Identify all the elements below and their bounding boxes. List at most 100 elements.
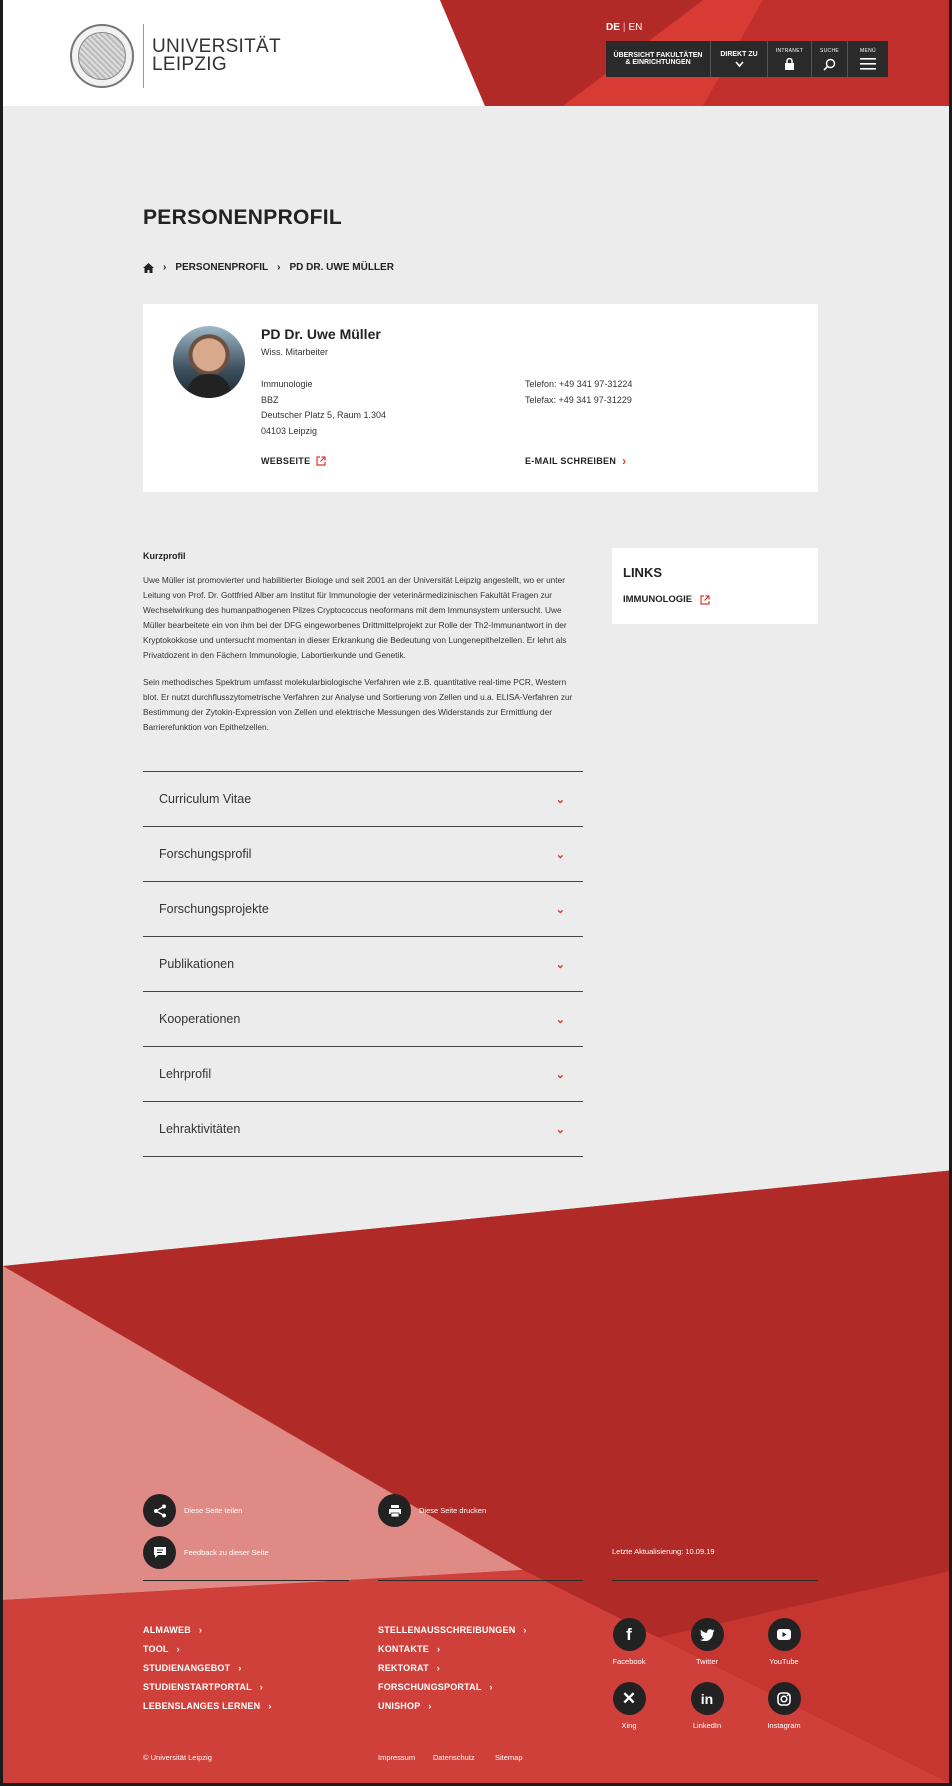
chevron-right-icon: › <box>436 1644 441 1654</box>
chevron-right-icon: › <box>436 1663 440 1673</box>
social-twitter[interactable]: Twitter <box>679 1618 735 1666</box>
search-label: SUCHE <box>819 47 839 54</box>
person-contact: Telefon: +49 341 97-31224 Telefax: +49 3… <box>525 377 632 408</box>
footer-link-studienstartportal[interactable]: STUDIENSTARTPORTAL › <box>143 1678 272 1697</box>
social-label: Instagram <box>767 1721 801 1730</box>
footer-link-almaweb[interactable]: ALMAWEB › <box>143 1621 272 1640</box>
accordion-lehrprofil[interactable]: Lehrprofil ⌄ <box>143 1047 583 1102</box>
chevron-right-icon: › <box>489 1682 493 1692</box>
person-card: PD Dr. Uwe Müller Wiss. Mitarbeiter Immu… <box>143 304 818 492</box>
chevron-down-icon: ⌄ <box>555 958 565 971</box>
email-link[interactable]: E-MAIL SCHREIBEN › <box>525 453 627 468</box>
chevron-right-icon: › <box>622 453 627 468</box>
kurzprofil-heading: Kurzprofil <box>143 551 186 561</box>
feedback-label: Feedback zu dieser Seite <box>184 1548 269 1557</box>
social-instagram[interactable]: Instagram <box>756 1682 812 1730</box>
chat-icon <box>143 1536 176 1569</box>
facebook-icon: f <box>612 1618 646 1651</box>
address-line: BBZ <box>261 394 279 405</box>
home-icon[interactable] <box>143 262 154 273</box>
lang-en[interactable]: EN <box>629 22 643 33</box>
footer-link-label: STUDIENANGEBOT <box>143 1663 231 1673</box>
address-line: Immunologie <box>261 379 313 389</box>
menu-button[interactable]: MENÜ <box>848 41 888 77</box>
phone-number[interactable]: Telefon: +49 341 97-31224 <box>525 377 632 393</box>
accordion-forschungsprojekte[interactable]: Forschungsprojekte ⌄ <box>143 882 583 937</box>
footer-link-label: STELLENAUSSCHREIBUNGEN <box>378 1625 516 1635</box>
footer-link-lebenslanges-lernen[interactable]: LEBENSLANGES LERNEN › <box>143 1697 272 1716</box>
footer-link-forschungsportal[interactable]: FORSCHUNGSPORTAL › <box>378 1678 527 1697</box>
feedback-action[interactable]: Feedback zu dieser Seite <box>143 1536 269 1569</box>
language-switch: DE | EN <box>606 22 643 33</box>
footer-link-label: ALMAWEB <box>143 1625 191 1635</box>
accordion-lehraktivitaeten[interactable]: Lehraktivitäten ⌄ <box>143 1102 583 1157</box>
chevron-right-icon: › <box>238 1663 242 1673</box>
social-youtube[interactable]: YouTube <box>756 1618 812 1666</box>
chevron-down-icon: ⌄ <box>555 1068 565 1081</box>
social-label: Xing <box>621 1721 637 1730</box>
social-label: Twitter <box>695 1657 719 1666</box>
accordion-curriculum-vitae[interactable]: Curriculum Vitae ⌄ <box>143 772 583 827</box>
footer-link-stellenausschreibungen[interactable]: STELLENAUSSCHREIBUNGEN › <box>378 1621 527 1640</box>
external-link-icon <box>316 456 327 466</box>
datenschutz-link[interactable]: Datenschutz <box>433 1753 475 1762</box>
lang-de[interactable]: DE <box>606 22 620 33</box>
footer-link-label: UNISHOP <box>378 1701 421 1711</box>
sitemap-link[interactable]: Sitemap <box>495 1753 523 1762</box>
accordion-publikationen[interactable]: Publikationen ⌄ <box>143 937 583 992</box>
chevron-down-icon <box>734 60 744 67</box>
print-action[interactable]: Diese Seite drucken <box>378 1494 486 1527</box>
accordion-kooperationen[interactable]: Kooperationen ⌄ <box>143 992 583 1047</box>
breadcrumb-item-current: PD DR. UWE MÜLLER <box>289 262 394 273</box>
website-link[interactable]: WEBSEITE <box>261 456 327 466</box>
footer-link-studienangebot[interactable]: STUDIENANGEBOT › <box>143 1659 272 1678</box>
header-nav: ÜBERSICHT FAKULTÄTEN & EINRICHTUNGEN DIR… <box>606 41 888 77</box>
faculties-label-1: ÜBERSICHT FAKULTÄTEN <box>613 52 703 59</box>
footer-link-kontakte[interactable]: KONTAKTE › <box>378 1640 527 1659</box>
accordion-label: Kooperationen <box>159 1012 241 1026</box>
twitter-icon <box>690 1618 724 1651</box>
page-title: PERSONENPROFIL <box>143 206 343 229</box>
breadcrumb-item-profile[interactable]: PERSONENPROFIL <box>175 262 268 273</box>
footer-link-label: TOOL <box>143 1644 169 1654</box>
footer-link-unishop[interactable]: UNISHOP › <box>378 1697 527 1716</box>
chevron-right-icon: › <box>523 1625 527 1635</box>
footer-link-label: LEBENSLANGES LERNEN <box>143 1701 261 1711</box>
share-action[interactable]: Diese Seite teilen <box>143 1494 242 1527</box>
email-link-label: E-MAIL SCHREIBEN <box>525 456 617 466</box>
impressum-link[interactable]: Impressum <box>378 1753 415 1762</box>
search-button[interactable]: SUCHE <box>812 41 848 77</box>
profile-accordion: Curriculum Vitae ⌄ Forschungsprofil ⌄ Fors… <box>143 771 583 1157</box>
chevron-right-icon: › <box>176 1644 180 1654</box>
chevron-down-icon: ⌄ <box>555 1013 565 1026</box>
avatar <box>173 326 245 398</box>
university-wordmark[interactable]: UNIVERSITÄT LEIPZIG <box>152 37 281 74</box>
footer-divider <box>143 1580 349 1581</box>
chevron-down-icon: ⌄ <box>555 903 565 916</box>
accordion-forschungsprofil[interactable]: Forschungsprofil ⌄ <box>143 827 583 882</box>
direkt-zu-label: DIREKT ZU <box>720 50 758 58</box>
link-immunologie[interactable]: IMMUNOLOGIE <box>623 594 710 605</box>
faculties-button[interactable]: ÜBERSICHT FAKULTÄTEN & EINRICHTUNGEN <box>606 41 711 77</box>
footer-divider <box>378 1580 583 1581</box>
social-facebook[interactable]: f Facebook <box>601 1618 657 1666</box>
footer-divider <box>612 1580 818 1581</box>
links-heading: LINKS <box>623 565 662 580</box>
direkt-zu-button[interactable]: DIREKT ZU <box>711 41 768 77</box>
links-box: LINKS IMMUNOLOGIE <box>612 548 818 624</box>
print-label: Diese Seite drucken <box>419 1506 487 1515</box>
breadcrumb: › PERSONENPROFIL › PD DR. UWE MÜLLER <box>143 262 394 273</box>
social-linkedin[interactable]: in LinkedIn <box>679 1682 735 1730</box>
website-link-label: WEBSEITE <box>261 456 311 466</box>
footer-link-label: REKTORAT <box>378 1663 429 1673</box>
footer-link-tool[interactable]: TOOL › <box>143 1640 272 1659</box>
address-line: 04103 Leipzig <box>261 425 318 436</box>
social-xing[interactable]: ✕ Xing <box>601 1682 657 1730</box>
xing-icon: ✕ <box>612 1682 646 1715</box>
university-seal-logo[interactable] <box>70 24 134 88</box>
youtube-icon <box>767 1618 801 1651</box>
chevron-down-icon: ⌄ <box>555 793 565 806</box>
last-updated: Letzte Aktualisierung: 10.09.19 <box>612 1547 715 1556</box>
intranet-button[interactable]: INTRANET <box>768 41 812 77</box>
footer-link-rektorat[interactable]: REKTORAT › <box>378 1659 527 1678</box>
